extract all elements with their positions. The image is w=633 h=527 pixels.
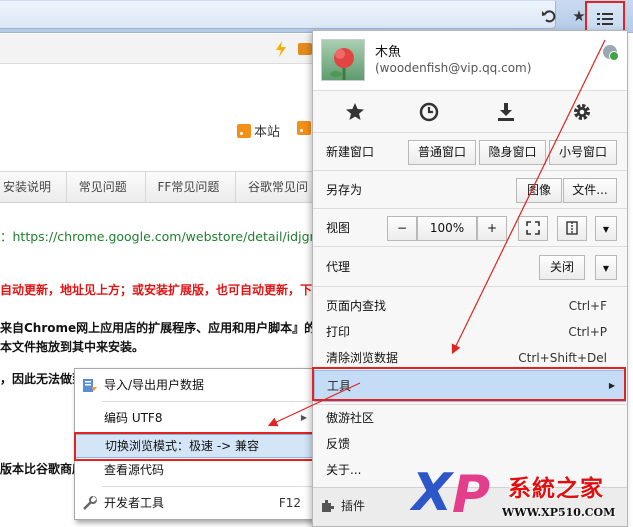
history-icon[interactable]: [417, 100, 441, 124]
rss-link-2[interactable]: [297, 121, 311, 135]
update-notice-text: 自动更新，地址见上方；或安装扩展版，也可自动更新，下载: [0, 283, 325, 297]
split-view-icon: [566, 221, 578, 235]
fullscreen-icon: [526, 221, 540, 235]
lightning-addon-icon[interactable]: [272, 40, 290, 58]
rss-icon: [237, 123, 251, 138]
menu-print[interactable]: 打印 Ctrl+P: [313, 321, 627, 343]
submenu-devtools[interactable]: 开发者工具 F12: [75, 492, 317, 514]
instruction-text: 来自Chrome网上应用店的扩展程序、应用和用户脚本』的复: [0, 321, 329, 335]
settings-icon[interactable]: [570, 100, 594, 124]
submenu-import-export[interactable]: 导入/导出用户数据: [75, 374, 317, 396]
avatar: [321, 39, 365, 81]
import-export-icon: [82, 378, 98, 393]
rss-icon: [297, 121, 311, 135]
submenu-switch-mode-label: 切换浏览模式：极速 -> 兼容: [105, 439, 260, 453]
rss-label: 本站: [254, 125, 281, 140]
save-file-button[interactable]: 文件...: [563, 178, 617, 203]
zoom-out-button[interactable]: −: [387, 216, 417, 241]
proxy-row: 代理 关闭 ▼: [313, 248, 627, 287]
submenu-devtools-shortcut: F12: [278, 496, 301, 510]
menu-tools[interactable]: 工具 ▶: [314, 370, 626, 402]
submenu-arrow-icon: ▶: [300, 413, 307, 422]
submenu-arrow-icon: ▶: [608, 381, 615, 390]
dropdown-icon: ▼: [602, 225, 610, 234]
about-label: 关于...: [326, 463, 362, 477]
submenu-devtools-label: 开发者工具: [104, 496, 165, 510]
wrench-icon: [82, 496, 98, 511]
submenu-encoding-label: 编码 UTF8: [104, 411, 163, 425]
plugins-label: 插件: [341, 499, 366, 513]
profile-name: 木魚: [375, 45, 402, 60]
zoom-in-button[interactable]: +: [477, 216, 507, 241]
save-image-button[interactable]: 图像: [516, 178, 562, 203]
submenu-separator: [102, 486, 315, 487]
nav-tab-install[interactable]: 安装说明: [0, 172, 67, 202]
normal-window-button[interactable]: 普通窗口: [408, 140, 476, 165]
plugin-icon: [321, 499, 335, 516]
profile-section[interactable]: 木魚 (woodenfish@vip.qq.com): [313, 31, 627, 91]
undo-close-tab-icon[interactable]: [538, 5, 560, 27]
save-as-label: 另存为: [326, 183, 363, 197]
community-label: 傲游社区: [326, 411, 375, 425]
menu-clear-data[interactable]: 清除浏览数据 Ctrl+Shift+Del: [313, 347, 627, 369]
print-shortcut: Ctrl+P: [568, 325, 607, 339]
rss-link[interactable]: 本站: [237, 121, 280, 140]
menu-find-in-page[interactable]: 页面内查找 Ctrl+F: [313, 295, 627, 317]
submenu-switch-mode[interactable]: 切换浏览模式：极速 -> 兼容: [75, 434, 317, 458]
menu-plugins[interactable]: 插件: [313, 487, 627, 526]
dropdown-icon: ▼: [602, 264, 610, 273]
sync-status-icon: [603, 45, 619, 61]
zoom-level: 100%: [417, 216, 477, 241]
menu-list-icon: [597, 13, 613, 25]
menu-feedback[interactable]: 反馈: [313, 433, 627, 455]
submenu-separator: [102, 401, 315, 402]
nav-tab-google-faq[interactable]: 谷歌常见问: [236, 172, 320, 202]
print-label: 打印: [326, 325, 351, 339]
site-nav: 安装说明 常见问题 FF常见问题 谷歌常见问: [0, 171, 320, 203]
find-in-page-label: 页面内查找: [326, 299, 387, 313]
menu-community[interactable]: 傲游社区: [313, 407, 627, 429]
view-label: 视图: [326, 221, 351, 235]
view-row: 视图 − 100% + ▼: [313, 210, 627, 247]
menu-separator: [313, 404, 627, 405]
browser-toolbar: ★: [0, 0, 633, 37]
find-in-page-shortcut: Ctrl+F: [568, 299, 607, 313]
proxy-dropdown-button[interactable]: ▼: [595, 255, 617, 280]
split-view-button[interactable]: [557, 216, 587, 241]
proxy-label: 代理: [326, 260, 351, 274]
main-menu: 木魚 (woodenfish@vip.qq.com) 新建窗口 普通窗口 隐身窗…: [312, 30, 628, 527]
tools-label: 工具: [327, 379, 352, 393]
menu-about[interactable]: 关于...: [313, 459, 627, 481]
view-more-button[interactable]: ▼: [595, 216, 617, 241]
profile-email: (woodenfish@vip.qq.com): [375, 61, 532, 75]
feedback-label: 反馈: [326, 437, 351, 451]
fullscreen-button[interactable]: [518, 216, 548, 241]
address-bar-area[interactable]: [0, 1, 556, 29]
new-window-label: 新建窗口: [326, 145, 375, 159]
clear-data-label: 清除浏览数据: [326, 351, 399, 365]
note-text-2: 版本比谷歌商店: [0, 462, 85, 476]
tools-submenu: 导入/导出用户数据 编码 UTF8 ▶ 切换浏览模式：极速 -> 兼容 查看源代…: [74, 368, 318, 520]
instruction-text-2: 本文件拖放到其中来安装。: [0, 340, 145, 354]
save-as-row: 另存为 图像 文件...: [313, 172, 627, 209]
submenu-import-export-label: 导入/导出用户数据: [104, 378, 205, 392]
star-icon[interactable]: [343, 100, 367, 124]
webstore-url-text[interactable]: ：https://chrome.google.com/webstore/deta…: [0, 226, 329, 245]
download-icon[interactable]: [494, 100, 518, 124]
proxy-toggle-button[interactable]: 关闭: [539, 255, 585, 280]
submenu-encoding[interactable]: 编码 UTF8 ▶: [75, 407, 317, 429]
nav-tab-faq[interactable]: 常见问题: [67, 172, 146, 202]
new-window-row: 新建窗口 普通窗口 隐身窗口 小号窗口: [313, 134, 627, 171]
nav-tab-ff-faq[interactable]: FF常见问题: [146, 172, 236, 202]
addon-bar: [0, 34, 320, 64]
incognito-window-button[interactable]: 隐身窗口: [479, 140, 546, 165]
small-window-button[interactable]: 小号窗口: [549, 140, 617, 165]
note-text: ，因此无法做到: [0, 372, 85, 386]
clear-data-shortcut: Ctrl+Shift+Del: [518, 351, 607, 365]
quick-icons-row: [313, 92, 627, 133]
submenu-view-source[interactable]: 查看源代码: [75, 459, 317, 481]
submenu-view-source-label: 查看源代码: [104, 463, 165, 477]
